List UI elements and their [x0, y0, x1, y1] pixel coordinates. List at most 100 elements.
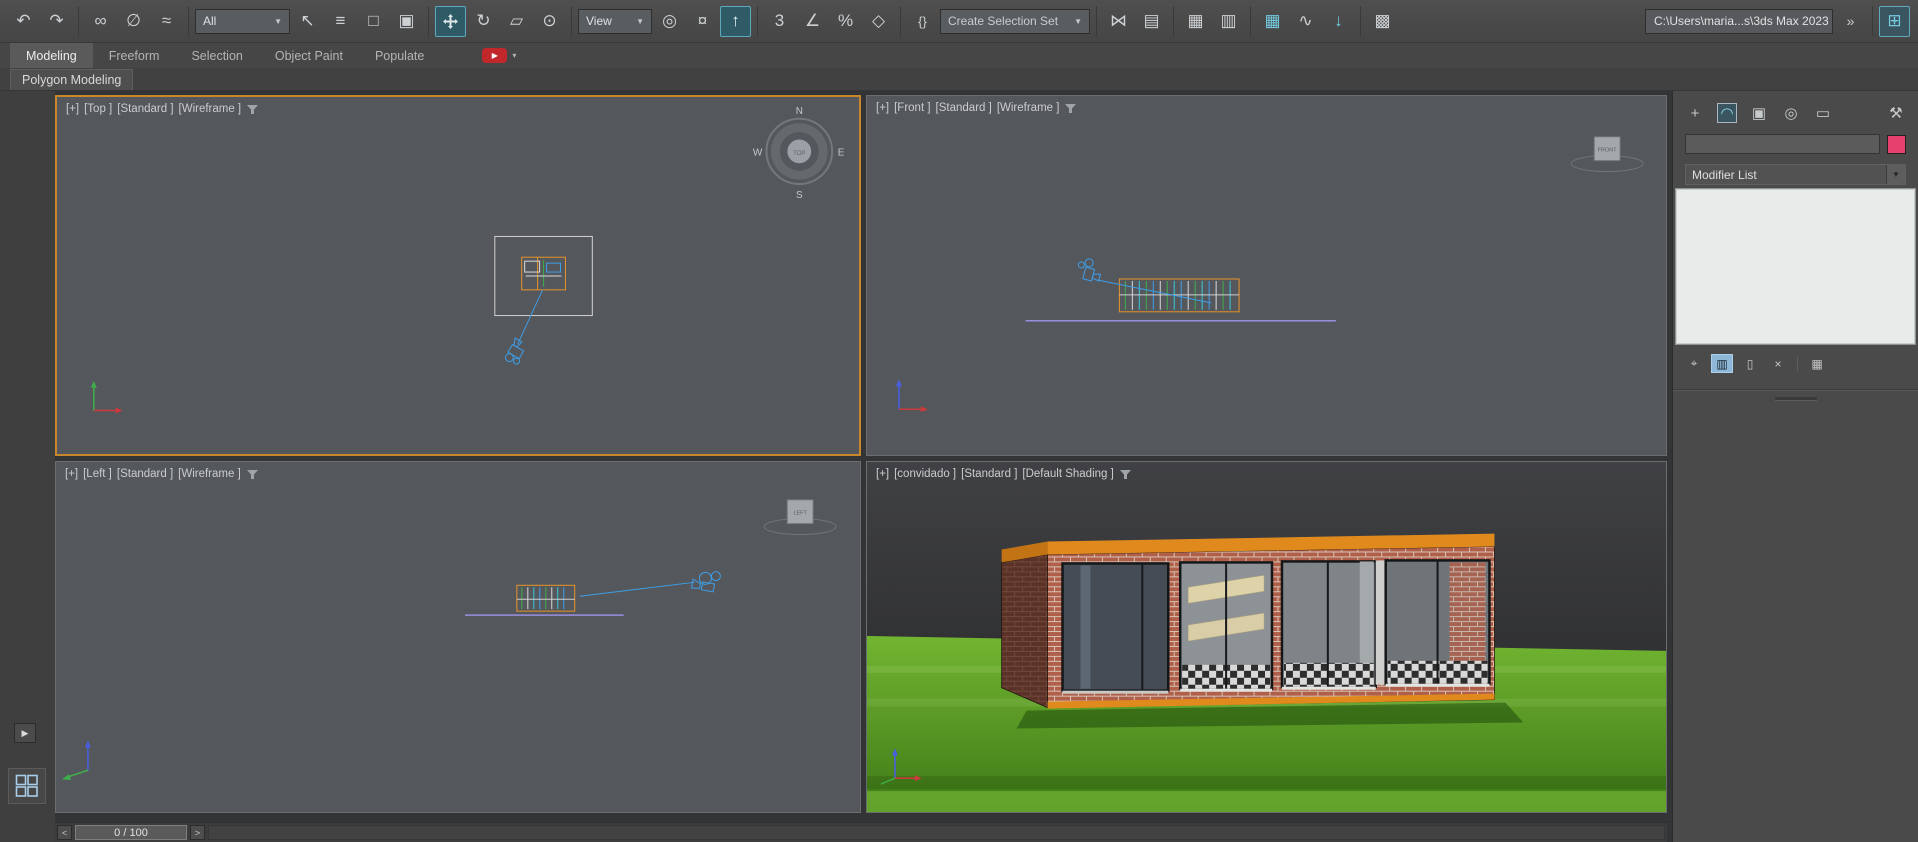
time-slider-track[interactable] [208, 825, 1665, 840]
unlink-selection-icon[interactable]: ∅ [118, 6, 149, 37]
select-rotate-icon[interactable]: ↻ [468, 6, 499, 37]
window-crossing-icon[interactable]: ▣ [391, 6, 422, 37]
viewport-menu-general[interactable]: [+] [66, 103, 79, 115]
show-end-result-icon[interactable]: ▥ [1711, 354, 1733, 373]
house-plan-wireframe[interactable] [522, 257, 566, 290]
viewport-menu-renderer[interactable]: [Standard ] [936, 102, 992, 114]
per-view-filter-funnel-icon[interactable] [246, 469, 259, 480]
viewport-menu-shading[interactable]: [Wireframe ] [997, 102, 1060, 114]
material-editor-icon[interactable]: ▩ [1367, 6, 1398, 37]
toolbar-overflow-icon[interactable]: » [1835, 6, 1866, 37]
workspace-panel-icon[interactable]: ⊞ [1879, 6, 1910, 37]
ribbon-toggle-icon[interactable]: ▦ [1257, 6, 1288, 37]
viewport-perspective[interactable]: [+] [convidado ] [Standard ] [Default Sh… [866, 461, 1667, 813]
viewport-left[interactable]: LEFT [+] [Left [55, 461, 861, 813]
tutorial-video-button[interactable]: ▶ ▾ [482, 43, 516, 68]
configure-modifier-sets-icon[interactable]: ▦ [1806, 354, 1828, 373]
angle-snap-icon[interactable]: ∠ [797, 6, 828, 37]
tab-selection[interactable]: Selection [175, 43, 258, 68]
rollout-resize-grip[interactable] [1775, 397, 1817, 401]
viewport-menu-renderer[interactable]: [Standard ] [117, 103, 173, 115]
camera-object[interactable] [692, 568, 722, 593]
polygon-modeling-panel-tab[interactable]: Polygon Modeling [10, 69, 133, 90]
previous-frame-button[interactable]: < [57, 825, 72, 840]
use-pivot-center-icon[interactable]: ◎ [654, 6, 685, 37]
select-move-button[interactable] [435, 6, 466, 37]
keyboard-override-icon[interactable]: ↑ [720, 6, 751, 37]
selection-set-combo[interactable]: Create Selection Set ▼ [940, 9, 1090, 34]
time-slider-handle[interactable]: 0 / 100 [75, 825, 187, 840]
tab-object-paint[interactable]: Object Paint [259, 43, 359, 68]
schematic-view-icon[interactable]: ↓ [1323, 6, 1354, 37]
front-viewport-canvas[interactable]: FRONT [867, 96, 1666, 455]
pin-stack-icon[interactable]: ⌖ [1683, 354, 1705, 373]
select-link-icon[interactable]: ∞ [85, 6, 116, 37]
viewport-menu-pov[interactable]: [Front ] [894, 102, 930, 114]
viewcube-compass[interactable]: TOP N E S W [753, 106, 845, 201]
percent-snap-icon[interactable]: % [830, 6, 861, 37]
tab-freeform[interactable]: Freeform [93, 43, 176, 68]
redo-icon[interactable]: ↷ [41, 6, 72, 37]
layer-explorer-icon[interactable]: ▥ [1213, 6, 1244, 37]
select-object-icon[interactable]: ↖ [292, 6, 323, 37]
left-viewport-canvas[interactable]: LEFT [56, 462, 860, 812]
undo-icon[interactable]: ↶ [8, 6, 39, 37]
viewport-menu-renderer[interactable]: [Standard ] [961, 468, 1017, 480]
edit-named-sets-icon[interactable]: {} [907, 6, 938, 37]
viewport-menu-renderer[interactable]: [Standard ] [117, 468, 173, 480]
reference-coordinate-dropdown[interactable]: View ▼ [578, 9, 652, 34]
curve-editor-icon[interactable]: ∿ [1290, 6, 1321, 37]
front-viewcube[interactable]: FRONT [1571, 137, 1643, 172]
select-scale-icon[interactable]: ▱ [501, 6, 532, 37]
viewport-front[interactable]: FRONT [866, 95, 1667, 456]
chevron-down-icon[interactable]: ▼ [1886, 165, 1905, 184]
expand-tray-button[interactable]: ▶ [14, 723, 36, 743]
per-view-filter-funnel-icon[interactable] [246, 104, 259, 115]
camera-object[interactable] [503, 338, 529, 366]
per-view-filter-funnel-icon[interactable] [1119, 469, 1132, 480]
tab-populate[interactable]: Populate [359, 43, 440, 68]
align-icon[interactable]: ▤ [1136, 6, 1167, 37]
shaded-house[interactable] [1002, 534, 1495, 709]
modifier-stack[interactable] [1675, 188, 1916, 345]
select-manipulate-icon[interactable]: ¤ [687, 6, 718, 37]
viewport-menu-general[interactable]: [+] [876, 102, 889, 114]
viewport-menu-shading[interactable]: [Wireframe ] [178, 468, 241, 480]
project-path-field[interactable]: C:\Users\maria...s\3ds Max 2023 [1645, 9, 1833, 34]
perspective-viewport-canvas[interactable] [867, 462, 1666, 812]
house-front-wireframe[interactable] [1119, 279, 1239, 312]
modify-tab-icon[interactable]: ◠ [1717, 103, 1737, 123]
house-left-wireframe[interactable] [517, 585, 575, 611]
per-view-filter-funnel-icon[interactable] [1064, 103, 1077, 114]
window-3[interactable] [1282, 561, 1376, 689]
viewport-menu-general[interactable]: [+] [876, 468, 889, 480]
modifier-list-dropdown[interactable]: Modifier List ▼ [1685, 164, 1906, 185]
rect-selection-region-icon[interactable]: □ [358, 6, 389, 37]
window-1[interactable] [1063, 563, 1169, 693]
viewport-menu-pov[interactable]: [Top ] [84, 103, 112, 115]
left-viewcube[interactable]: LEFT [764, 500, 836, 535]
viewport-menu-shading[interactable]: [Wireframe ] [179, 103, 242, 115]
select-by-name-icon[interactable]: ≡ [325, 6, 356, 37]
motion-tab-icon[interactable]: ◎ [1781, 103, 1801, 123]
bind-spacewarp-icon[interactable]: ≈ [151, 6, 182, 37]
camera-object[interactable] [1075, 256, 1104, 282]
window-4[interactable] [1386, 560, 1490, 686]
mirror-icon[interactable]: ⋈ [1103, 6, 1134, 37]
selection-filter-dropdown[interactable]: All ▼ [195, 9, 290, 34]
object-name-field[interactable] [1685, 134, 1880, 154]
hierarchy-tab-icon[interactable]: ▣ [1749, 103, 1769, 123]
window-2[interactable] [1180, 562, 1272, 691]
tab-modeling[interactable]: Modeling [10, 43, 93, 68]
next-frame-button[interactable]: > [190, 825, 205, 840]
viewport-menu-pov[interactable]: [Left ] [83, 468, 112, 480]
viewport-menu-pov[interactable]: [convidado ] [894, 468, 956, 480]
viewport-layout-tab[interactable] [8, 768, 46, 804]
house-side-wall[interactable] [1002, 554, 1048, 707]
viewport-top[interactable]: TOP N E S W [+] [To [55, 95, 861, 456]
top-viewport-canvas[interactable]: TOP N E S W [57, 97, 859, 454]
create-tab-icon[interactable]: + [1685, 103, 1705, 123]
object-color-swatch[interactable] [1887, 135, 1906, 154]
remove-modifier-icon[interactable]: × [1767, 354, 1789, 373]
snap-toggle-3d-icon[interactable]: 3 [764, 6, 795, 37]
